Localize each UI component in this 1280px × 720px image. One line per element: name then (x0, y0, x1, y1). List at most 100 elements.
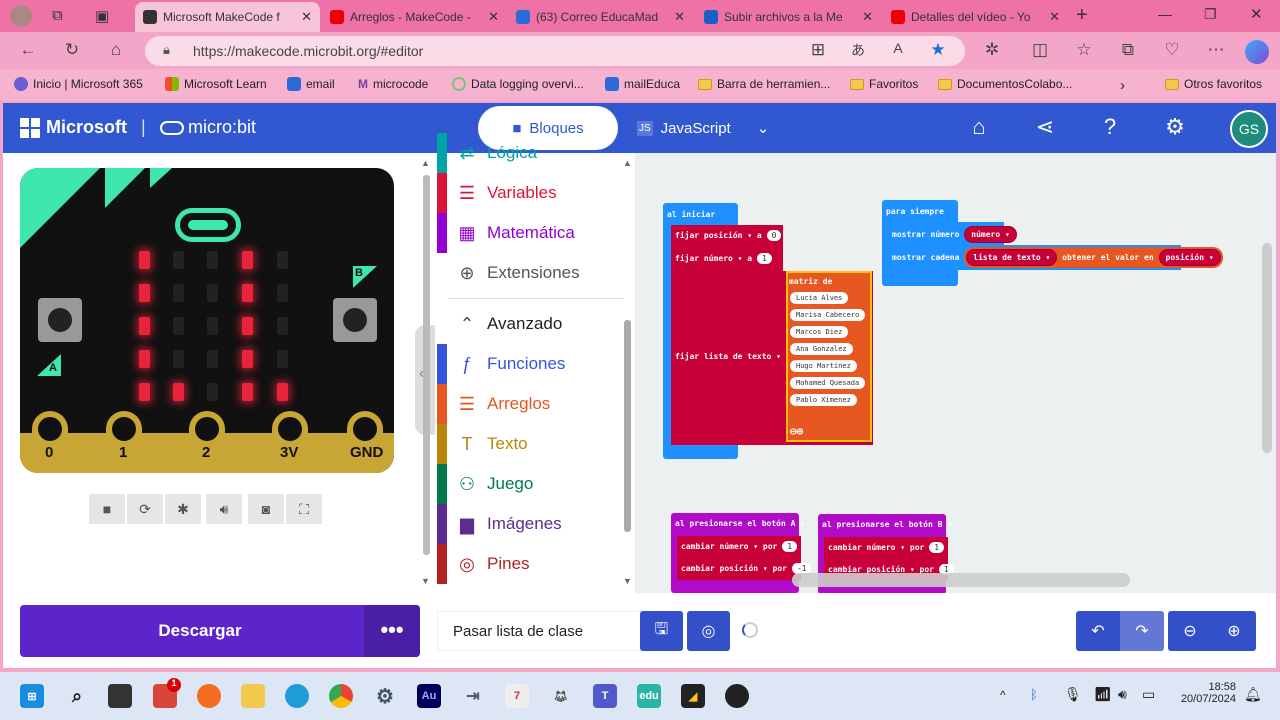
category-arreglos[interactable]: ☰ Arreglos (437, 384, 623, 424)
tab-makecode[interactable]: Microsoft MakeCode f ✕ (135, 2, 320, 32)
home-icon[interactable]: ⌂ (964, 114, 994, 140)
bookmark[interactable]: Inicio | Microsoft 365 (14, 77, 143, 91)
toolbox-scrollbar[interactable] (624, 320, 631, 532)
firefox-icon[interactable] (197, 684, 221, 708)
app-icon[interactable]: ◢ (681, 684, 705, 708)
bluetooth-icon[interactable]: ᛒ (1030, 687, 1038, 702)
pin-1[interactable] (106, 411, 142, 473)
download-button[interactable]: Descargar ••• (20, 605, 420, 657)
button-a[interactable] (38, 298, 82, 342)
text-item[interactable]: Lucia Alves (790, 292, 849, 304)
share-icon[interactable]: ⋖ (1030, 114, 1060, 140)
lock-icon[interactable]: 🔒︎ (163, 42, 170, 58)
scroll-down-icon[interactable]: ▼ (623, 576, 632, 586)
save-button[interactable]: 🖫 (640, 611, 683, 651)
array-of-block[interactable]: matriz de Lucia Alves Marisa Cabecero Marc… (786, 271, 872, 442)
file-explorer-icon[interactable] (241, 684, 265, 708)
button-b[interactable] (333, 298, 377, 342)
collections-icon[interactable]: ⧉ (1116, 40, 1140, 60)
category-extensiones[interactable]: ⊕ Extensiones (437, 253, 623, 293)
address-bar[interactable]: https://makecode.microbit.org/#editor (145, 36, 965, 66)
new-tab-button[interactable]: + (1076, 4, 1088, 27)
set-position-block[interactable]: fijar posición ▾ a 0 (671, 225, 783, 247)
extensions-icon[interactable]: ✲ (980, 40, 1004, 60)
settings-icon[interactable]: ⚙ (373, 684, 397, 708)
back-icon[interactable]: ← (16, 40, 40, 60)
close-tab-icon[interactable]: ✕ (301, 9, 312, 25)
text-item[interactable]: Marisa Cabecero (790, 309, 866, 321)
favorites-icon[interactable]: ☆ (1072, 40, 1096, 60)
restore-button[interactable]: ❐ (1204, 6, 1217, 23)
stop-button[interactable]: ■ (89, 494, 125, 524)
workspaces-icon[interactable]: ⧉ (52, 7, 63, 24)
show-string-block[interactable]: mostrar cadena lista de texto ▾ obtener … (888, 245, 1223, 270)
bookmark[interactable]: mailEduca (605, 77, 680, 91)
profile-avatar[interactable] (10, 5, 32, 27)
undo-button[interactable]: ↶ (1076, 611, 1120, 651)
bookmark-folder[interactable]: DocumentosColabo... (938, 77, 1072, 91)
category-variables[interactable]: ☰ Variables (437, 173, 623, 213)
add-item-icon[interactable]: ⊕ (797, 425, 804, 438)
zoom-in-icon[interactable]: ⊕ (1227, 621, 1240, 641)
read-aloud-icon[interactable]: A (886, 40, 910, 56)
mute-button[interactable]: 🔊︎ (206, 494, 242, 524)
tab-actions-icon[interactable]: ▣ (95, 7, 109, 25)
remove-item-icon[interactable]: ⊖⊕ (790, 425, 803, 438)
microphone-icon[interactable]: 🎙︎ (1064, 686, 1082, 703)
home-icon[interactable]: ⌂ (104, 40, 128, 60)
text-item[interactable]: Marcos Diez (790, 326, 849, 338)
change-position-block[interactable]: cambiar posición ▾ por -1 (677, 558, 812, 580)
text-item[interactable]: Pablo Ximenez (790, 394, 857, 406)
notifications-icon[interactable]: 🔔︎ (1244, 686, 1262, 703)
bookmark[interactable]: email (287, 77, 335, 91)
simulator-scrollbar[interactable] (423, 175, 430, 555)
avatar[interactable]: GS (1230, 110, 1268, 148)
scroll-down-icon[interactable]: ▼ (421, 576, 430, 586)
bookmark[interactable]: Microsoft Learn (165, 77, 267, 91)
close-tab-icon[interactable]: ✕ (862, 9, 873, 25)
blocks-workspace[interactable]: al iniciar fijar posición ▾ a 0 fijar nú… (635, 153, 1276, 593)
copilot-icon[interactable] (1245, 40, 1269, 64)
battery-icon[interactable]: ▭ (1142, 686, 1155, 703)
set-number-block[interactable]: fijar número ▾ a 1 (671, 247, 783, 271)
pin-3V[interactable] (272, 411, 308, 473)
close-tab-icon[interactable]: ✕ (488, 9, 499, 25)
close-window-button[interactable]: ✕ (1250, 5, 1263, 23)
microsoft-logo[interactable]: Microsoft | (20, 117, 146, 138)
minimize-button[interactable]: — (1158, 6, 1172, 22)
zoom-out-icon[interactable]: ⊖ (1183, 621, 1196, 641)
bookmark-folder[interactable]: Favoritos (850, 77, 918, 91)
gear-icon[interactable]: ⚙ (1160, 114, 1190, 140)
microbit-logo[interactable]: micro:bit (160, 117, 256, 138)
text-item[interactable]: Mohamed Quesada (790, 377, 866, 389)
bookmark-folder[interactable]: Otros favoritos (1165, 77, 1262, 91)
browser-essentials-icon[interactable]: ♡ (1160, 40, 1184, 60)
close-tab-icon[interactable]: ✕ (674, 9, 685, 25)
translate-icon[interactable]: あ (846, 40, 870, 60)
restart-button[interactable]: ⟳ (127, 494, 163, 524)
screenshot-button[interactable]: ◙ (248, 494, 284, 524)
chrome-icon[interactable] (329, 684, 353, 708)
scroll-up-icon[interactable]: ▲ (421, 158, 430, 168)
workspace-horizontal-scrollbar[interactable] (792, 573, 1130, 587)
pin-0[interactable] (32, 411, 68, 473)
change-number-block[interactable]: cambiar número ▾ por 1 (824, 537, 948, 559)
workspace-vertical-scrollbar[interactable] (1262, 243, 1272, 453)
edge-icon[interactable] (285, 684, 309, 708)
category-funciones[interactable]: ƒ Funciones (437, 344, 623, 384)
fullscreen-button[interactable]: ⛶ (286, 494, 322, 524)
category-texto[interactable]: T Texto (437, 424, 623, 464)
close-tab-icon[interactable]: ✕ (1049, 9, 1060, 25)
calendar-icon[interactable]: 7 (505, 684, 529, 708)
bookmark[interactable]: Mmicrocode (358, 77, 428, 91)
text-item[interactable]: Hugo Martinez (790, 360, 857, 372)
category-juego[interactable]: ⚇ Juego (437, 464, 623, 504)
tab-correo[interactable]: (63) Correo EducaMad ✕ (508, 2, 693, 32)
app-icon[interactable]: 1 (153, 678, 181, 708)
show-number-block[interactable]: mostrar número número ▾ (888, 222, 1017, 245)
favorite-star-icon[interactable]: ★ (926, 40, 950, 60)
tab-detalles-video[interactable]: Detalles del vídeo - Yo ✕ (883, 2, 1068, 32)
category-matemática[interactable]: ▦ Matemática (437, 213, 623, 253)
scroll-up-icon[interactable]: ▲ (623, 158, 632, 168)
category-pines[interactable]: ◎ Pines (437, 544, 623, 584)
